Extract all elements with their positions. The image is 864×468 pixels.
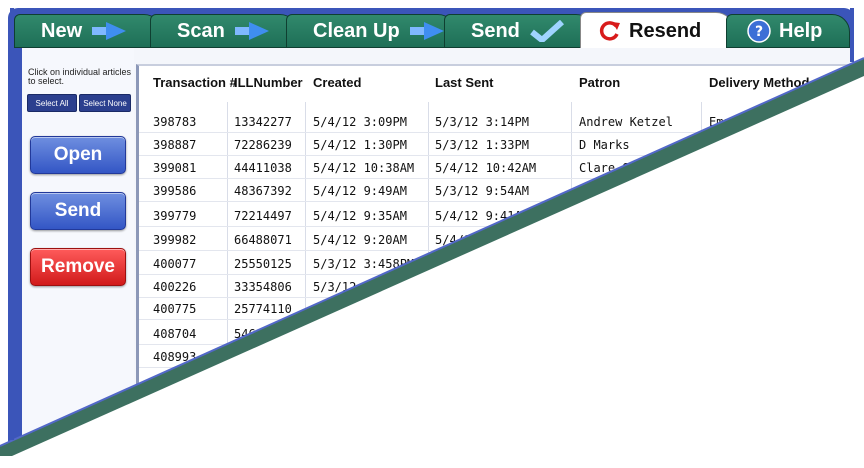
stripe-edge [0, 57, 864, 447]
diagonal-stripe [0, 8, 864, 456]
stripe-band [0, 58, 864, 456]
